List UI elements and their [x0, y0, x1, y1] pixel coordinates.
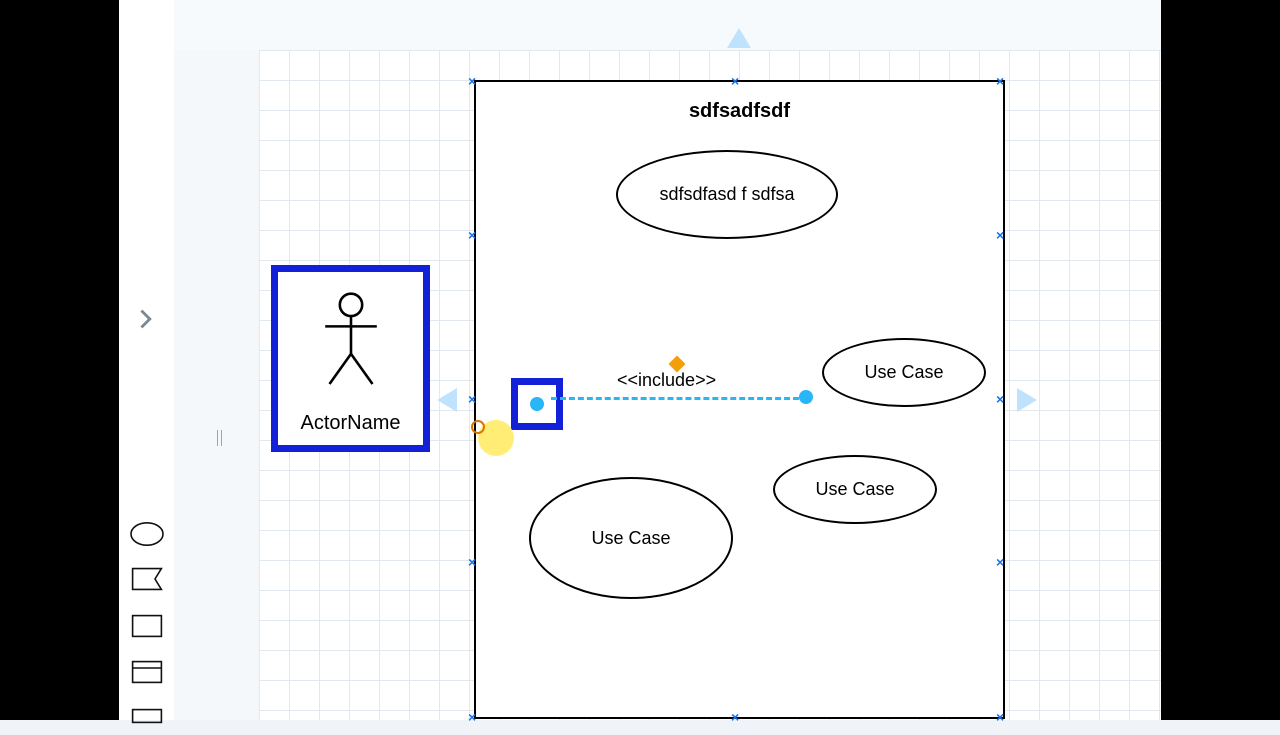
- actor-icon: [308, 286, 394, 396]
- resize-handle[interactable]: [731, 74, 745, 88]
- resize-handle[interactable]: [996, 555, 1010, 569]
- letterbox-left: [0, 0, 119, 720]
- resize-handle[interactable]: [996, 74, 1010, 88]
- use-case[interactable]: Use Case: [529, 477, 733, 599]
- port-indicator: [471, 420, 485, 434]
- use-case[interactable]: Use Case: [822, 338, 986, 407]
- shape-palette[interactable]: [119, 0, 174, 720]
- palette-ellipse-icon[interactable]: [131, 520, 163, 548]
- palette-chevron-icon[interactable]: [131, 305, 163, 333]
- resize-handle[interactable]: [468, 710, 482, 724]
- include-label[interactable]: <<include>>: [617, 370, 716, 391]
- pan-right-icon[interactable]: [1017, 388, 1037, 412]
- resize-handle[interactable]: [996, 710, 1010, 724]
- letterbox-right: [1161, 0, 1280, 720]
- palette-card-icon[interactable]: [131, 658, 163, 686]
- panel-splitter[interactable]: [214, 425, 224, 450]
- palette-slot-icon[interactable]: [131, 702, 163, 730]
- pan-left-icon[interactable]: [437, 388, 457, 412]
- connector-endpoint[interactable]: [799, 390, 813, 404]
- resize-handle[interactable]: [468, 228, 482, 242]
- resize-handle[interactable]: [468, 392, 482, 406]
- pan-up-icon[interactable]: [727, 28, 751, 48]
- resize-handle[interactable]: [468, 555, 482, 569]
- resize-handle[interactable]: [731, 710, 745, 724]
- resize-handle[interactable]: [996, 228, 1010, 242]
- app-stage: sdfsadfsdf sdfsdfasd f sdfsa Use Case Us…: [119, 0, 1161, 720]
- resize-handle[interactable]: [468, 74, 482, 88]
- system-title[interactable]: sdfsadfsdf: [476, 82, 1003, 123]
- palette-rect-icon[interactable]: [131, 612, 163, 640]
- connector-endpoint[interactable]: [511, 378, 563, 430]
- palette-flag-icon[interactable]: [131, 565, 163, 593]
- use-case[interactable]: Use Case: [773, 455, 937, 524]
- resize-handle[interactable]: [996, 392, 1010, 406]
- toolbar-spacer: [119, 0, 1161, 50]
- actor-label: ActorName: [278, 412, 423, 435]
- use-case[interactable]: sdfsdfasd f sdfsa: [616, 150, 838, 239]
- actor[interactable]: ActorName: [271, 265, 430, 452]
